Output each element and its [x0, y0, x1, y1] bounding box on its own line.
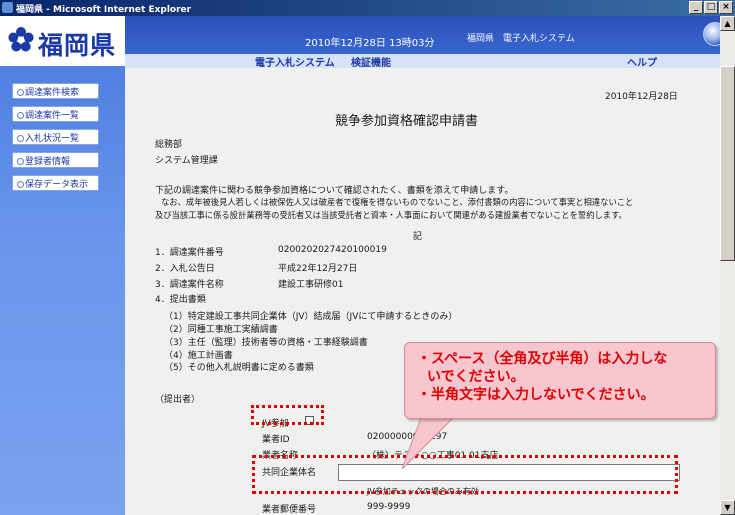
postal-code-label: 業者郵便番号 [262, 505, 317, 515]
sidebar-item-registrant-info[interactable]: 登録者情報 [12, 152, 99, 168]
minimize-button[interactable]: _ [689, 1, 703, 14]
ie-window-icon [2, 2, 13, 13]
body-line-2: なお、成年被後見人若しくは被保佐人又は破産者で復権を得ないものでないこと、添付書… [161, 197, 634, 207]
window-controls: _ □ × [689, 1, 733, 14]
item-value-procurement-number: 0200202027420100019 [278, 245, 387, 255]
item-value-procurement-name: 建設工事研修01 [278, 280, 344, 290]
item-value-notice-date: 平成22年12月27日 [278, 264, 358, 274]
maximize-button[interactable]: □ [704, 1, 718, 14]
body-line-3: 及び当該工事に係る設計業務等の受託者又は当該受託者と資本・人事面において関連があ… [155, 210, 627, 220]
callout-line-3: ・半角文字は入力しないでください。 [417, 387, 655, 403]
jv-checkbox-highlight [251, 405, 324, 425]
warning-callout: ・スペース（全角及び半角）は入力しな いでください。 ・半角文字は入力しないでく… [404, 342, 716, 419]
submitter-label: （提出者） [155, 395, 201, 405]
doc-list-item: （3）主任（監理）技術者等の資格・工事経験調書 [164, 338, 368, 348]
company-id-label: 業者ID [262, 435, 290, 445]
sidebar-item-procurement-search[interactable]: 調達案件検索 [12, 83, 99, 99]
document-date: 2010年12月28日 [605, 92, 678, 102]
item-label-submission-docs: 4．提出書類 [155, 295, 206, 305]
document-title: 競争参加資格確認申請書 [335, 114, 479, 129]
logo-area: 福岡県 [0, 16, 125, 66]
vertical-scrollbar[interactable]: ▲ ▼ [720, 16, 735, 515]
sidebar-item-bid-status-list[interactable]: 入札状況一覧 [12, 129, 99, 145]
window-title: 福岡県 - Microsoft Internet Explorer [16, 5, 192, 15]
callout-tail [401, 415, 457, 470]
body-line-1: 下記の調達案件に関わる競争参加資格について確認されたく、書類を添えて申請します。 [155, 186, 514, 196]
scroll-up-icon[interactable]: ▲ [720, 16, 735, 31]
menubar: 電子入札システム 検証機能 ヘルプ [125, 54, 735, 69]
recipient-section: システム管理課 [155, 156, 218, 166]
scroll-thumb[interactable] [720, 66, 735, 261]
logo-text: 福岡県 [38, 31, 117, 60]
header-datetime: 2010年12月28日 13時03分 [305, 38, 435, 49]
jv-name-highlight [252, 455, 678, 494]
menu-e-bidding-system[interactable]: 電子入札システム [255, 54, 335, 69]
sidebar: 調達案件検索 調達案件一覧 入札状況一覧 登録者情報 保存データ表示 [0, 66, 125, 515]
doc-list-item: （2）同種工事施工実績調書 [164, 325, 278, 335]
window-titlebar: 福岡県 - Microsoft Internet Explorer _ □ × [0, 0, 735, 16]
menu-help[interactable]: ヘルプ [627, 54, 657, 69]
sidebar-item-procurement-list[interactable]: 調達案件一覧 [12, 106, 99, 122]
close-button[interactable]: × [719, 1, 733, 14]
header-system-name: 福岡県 電子入札システム [467, 34, 575, 44]
prefecture-emblem-icon [8, 27, 34, 52]
doc-list-item: （5）その他入札説明書に定める書類 [164, 363, 314, 373]
item-label-procurement-name: 3．調達案件名称 [155, 280, 224, 290]
scroll-down-icon[interactable]: ▼ [720, 500, 735, 515]
callout-line-2: いでください。 [427, 369, 525, 385]
doc-list-item: （1）特定建設工事共同企業体（JV）結成届（JVにて申請するときのみ） [164, 312, 458, 322]
callout-line-1: ・スペース（全角及び半角）は入力しな [417, 351, 668, 367]
sidebar-item-saved-data[interactable]: 保存データ表示 [12, 175, 99, 191]
item-label-procurement-number: 1．調達案件番号 [155, 248, 224, 258]
item-label-notice-date: 2．入札公告日 [155, 264, 215, 274]
ki-label: 記 [413, 232, 423, 242]
postal-code-value: 999-9999 [367, 502, 411, 512]
menu-verification[interactable]: 検証機能 [351, 54, 391, 69]
recipient-department: 総務部 [155, 140, 183, 150]
